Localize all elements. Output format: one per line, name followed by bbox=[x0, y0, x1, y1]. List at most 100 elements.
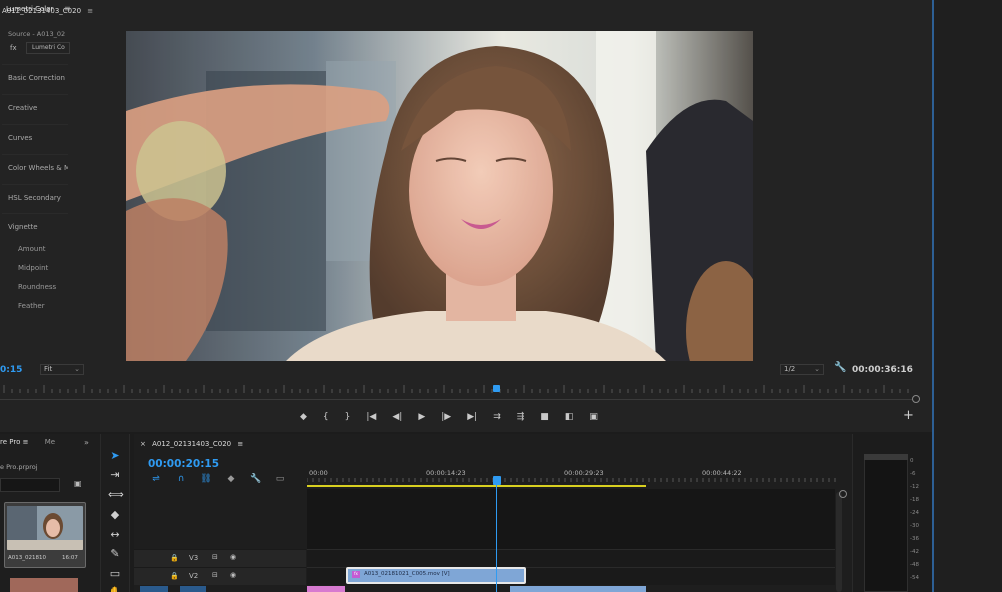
zoom-level-value: Fit bbox=[44, 365, 53, 373]
go-to-out-button[interactable]: ▶| bbox=[467, 410, 477, 424]
new-bin-icon[interactable]: ▣ bbox=[74, 479, 82, 488]
source-patch-v1[interactable] bbox=[180, 586, 206, 592]
track-area-v3[interactable] bbox=[307, 549, 835, 567]
chevron-down-icon: ⌄ bbox=[814, 365, 820, 373]
timeline-clip[interactable] bbox=[307, 586, 345, 592]
vignette-feather-label: Feather bbox=[18, 302, 45, 310]
timeline-settings-wrench-icon[interactable]: 🔧 bbox=[250, 474, 262, 486]
linked-selection-icon[interactable]: ⛓ bbox=[200, 474, 212, 486]
meter-db-label: -24 bbox=[910, 510, 919, 516]
extract-button[interactable]: ⇶ bbox=[517, 410, 525, 424]
comparison-view-button[interactable]: ◧ bbox=[565, 410, 574, 424]
step-forward-button[interactable]: |▶ bbox=[441, 410, 451, 424]
slip-tool-icon[interactable]: ↔ bbox=[108, 528, 122, 542]
panel-menu-icon[interactable]: ≡ bbox=[64, 4, 71, 13]
settings-wrench-icon[interactable]: 🔧 bbox=[834, 362, 846, 373]
selected-clip-label: A013_02181021_C005.mov [V] bbox=[364, 571, 450, 577]
mark-in-button[interactable]: { bbox=[323, 410, 329, 424]
clip-fx-badge: fx bbox=[352, 571, 360, 578]
clip-thumbnail-2[interactable] bbox=[10, 578, 78, 592]
monitor-time-ruler[interactable] bbox=[0, 382, 912, 396]
panel-menu-icon[interactable]: ≡ bbox=[237, 440, 243, 448]
section-color-wheels[interactable]: Color Wheels & M bbox=[2, 154, 68, 180]
section-creative[interactable]: Creative bbox=[2, 94, 68, 120]
snap-icon[interactable]: ∩ bbox=[175, 474, 187, 486]
section-hsl-secondary[interactable]: HSL Secondary bbox=[2, 184, 68, 210]
ripple-edit-tool-icon[interactable]: ⟺ bbox=[108, 488, 124, 502]
timeline-playhead[interactable] bbox=[493, 476, 501, 485]
button-editor-plus-button[interactable]: + bbox=[903, 408, 914, 423]
tab-media-browser[interactable]: Me bbox=[45, 438, 55, 446]
add-marker-button[interactable]: ◆ bbox=[300, 410, 307, 424]
meter-db-label: -18 bbox=[910, 497, 919, 503]
section-vignette[interactable]: Vignette bbox=[2, 213, 68, 239]
meter-db-label: -6 bbox=[910, 471, 916, 477]
lift-button[interactable]: ⇉ bbox=[493, 410, 501, 424]
more-tabs-icon[interactable]: » bbox=[84, 438, 89, 447]
monitor-zoom-scrollbar[interactable] bbox=[0, 399, 912, 400]
scrollbar-handle[interactable] bbox=[912, 395, 920, 403]
playhead-timecode[interactable]: 0:15 bbox=[0, 365, 22, 375]
lumetri-tab-label[interactable]: Lumetri Color bbox=[6, 5, 53, 13]
timeline-clip[interactable] bbox=[510, 586, 646, 592]
section-curves[interactable]: Curves bbox=[2, 124, 68, 150]
video-frame-image bbox=[126, 31, 753, 361]
monitor-ruler-ticks bbox=[3, 385, 909, 393]
timeline-empty-area[interactable] bbox=[307, 489, 835, 549]
lock-icon[interactable]: 🔒 bbox=[170, 572, 179, 580]
section-basic-correction[interactable]: Basic Correction bbox=[2, 64, 68, 90]
tab-project[interactable]: re Pro bbox=[0, 438, 20, 446]
sync-lock-icon[interactable]: ⊟ bbox=[212, 571, 218, 579]
razor-tool-icon[interactable]: ◆ bbox=[108, 508, 122, 522]
hand-tool-icon[interactable]: ✋ bbox=[108, 586, 122, 592]
pen-tool-icon[interactable]: ✎ bbox=[108, 547, 122, 561]
selection-tool-icon[interactable]: ➤ bbox=[108, 449, 122, 463]
clip-thumbnail-duration: 16:07 bbox=[62, 555, 78, 561]
go-to-in-button[interactable]: |◀ bbox=[366, 410, 376, 424]
lock-icon[interactable]: 🔒 bbox=[170, 554, 179, 562]
sequence-tab[interactable]: × A012_02131403_C020 ≡ bbox=[140, 440, 243, 448]
fx-icon: fx bbox=[10, 44, 17, 52]
eye-icon[interactable]: ◉ bbox=[230, 571, 236, 579]
rectangle-tool-icon[interactable]: ▭ bbox=[108, 567, 122, 581]
project-search-input[interactable] bbox=[0, 478, 60, 492]
panel-menu-icon[interactable]: ≡ bbox=[23, 438, 29, 446]
captions-icon[interactable]: ▭ bbox=[274, 474, 286, 486]
timeline-vertical-scrollbar[interactable] bbox=[836, 492, 842, 592]
ruler-tick-label: 00:00:29:23 bbox=[564, 469, 604, 477]
insert-nest-icon[interactable]: ⇌ bbox=[150, 474, 162, 486]
playback-resolution-select[interactable]: 1/2 ⌄ bbox=[780, 364, 824, 375]
clip-thumbnail-image bbox=[7, 506, 83, 550]
track-target-v1[interactable] bbox=[140, 586, 168, 592]
zoom-level-select[interactable]: Fit ⌄ bbox=[40, 364, 84, 375]
toggle-proxies-button[interactable]: ▣ bbox=[589, 410, 598, 424]
close-icon[interactable]: × bbox=[140, 440, 146, 448]
audio-meter-bar bbox=[864, 454, 908, 592]
track-select-tool-icon[interactable]: ⇥ bbox=[108, 468, 122, 482]
project-tabs: re Pro ≡ Me bbox=[0, 438, 55, 446]
eye-icon[interactable]: ◉ bbox=[230, 553, 236, 561]
sequence-tab-label: A012_02131403_C020 bbox=[152, 440, 232, 448]
step-back-button[interactable]: ◀| bbox=[392, 410, 402, 424]
work-area-bar[interactable] bbox=[307, 485, 646, 487]
ruler-tick-label: 00:00:44:22 bbox=[702, 469, 742, 477]
scrollbar-handle[interactable] bbox=[839, 490, 847, 498]
timeline-timecode[interactable]: 00:00:20:15 bbox=[148, 458, 219, 470]
panel-menu-icon[interactable]: ≡ bbox=[87, 7, 93, 15]
track-name-v3: V3 bbox=[189, 554, 199, 562]
duration-timecode: 00:00:36:16 bbox=[852, 365, 913, 375]
monitor-playhead[interactable] bbox=[493, 385, 500, 392]
export-frame-button[interactable]: ■ bbox=[540, 410, 549, 424]
lumetri-effect-select[interactable]: Lumetri Co bbox=[26, 42, 70, 54]
add-marker-icon[interactable]: ◆ bbox=[225, 474, 237, 486]
transport-controls: ◆ { } |◀ ◀| ▶ |▶ ▶| ⇉ ⇶ ■ ◧ ▣ bbox=[300, 410, 614, 424]
track-header-v3: 🔒 V3 ⊟ ◉ bbox=[134, 549, 306, 567]
lumetri-source-label: Source - A013_02 bbox=[8, 30, 66, 38]
chevron-down-icon: ⌄ bbox=[74, 365, 80, 373]
project-file-name: e Pro.prproj bbox=[0, 463, 38, 471]
mark-out-button[interactable]: } bbox=[345, 410, 351, 424]
sync-lock-icon[interactable]: ⊟ bbox=[212, 553, 218, 561]
ruler-tick-label: 00:00:14:23 bbox=[426, 469, 466, 477]
vignette-midpoint-label: Midpoint bbox=[18, 264, 49, 272]
play-button[interactable]: ▶ bbox=[418, 410, 425, 424]
